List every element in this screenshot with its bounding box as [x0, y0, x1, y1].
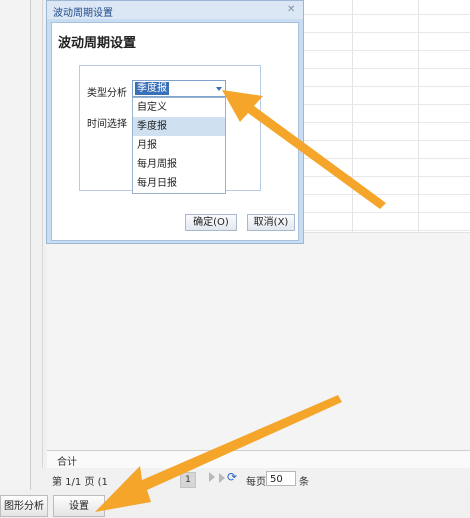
annotation-arrows — [95, 90, 386, 512]
arrow-to-dropdown-icon — [222, 90, 386, 209]
arrow-to-settings-icon — [95, 395, 342, 512]
